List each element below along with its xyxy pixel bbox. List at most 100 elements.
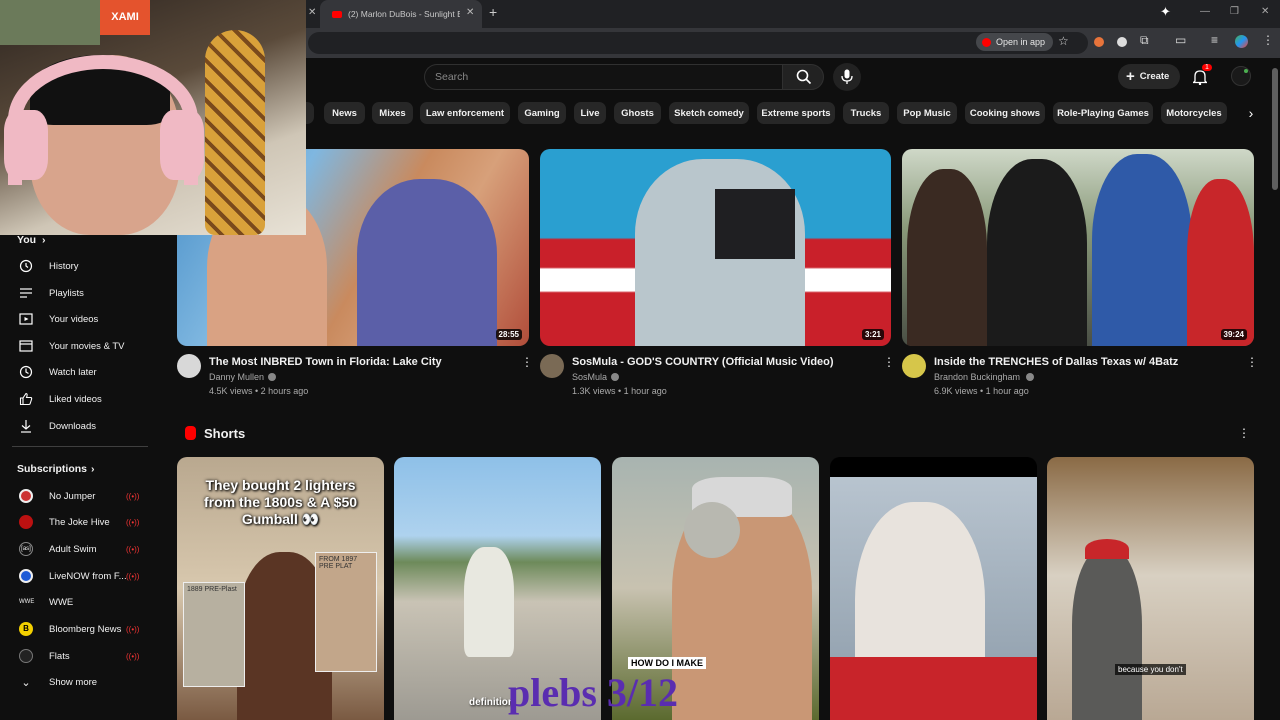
url-field[interactable] (308, 32, 1088, 54)
new-tab-icon[interactable]: + (489, 4, 497, 20)
sidebar-item-history[interactable]: History (0, 253, 160, 279)
sidebar-item-playlists[interactable]: Playlists (0, 280, 160, 306)
channel-name[interactable]: SosMula (572, 372, 607, 382)
video-thumbnail[interactable]: 39:24 (902, 149, 1254, 346)
create-button[interactable]: + Create (1118, 64, 1180, 89)
sidebar-item-liked-videos[interactable]: Liked videos (0, 386, 160, 412)
voice-search-button[interactable] (833, 63, 861, 91)
subscription-item[interactable]: LiveNOW from F... ((•)) (0, 563, 160, 589)
subscription-item[interactable]: [as] Adult Swim ((•)) (0, 536, 160, 562)
cast-icon[interactable]: ▭ (1175, 33, 1186, 47)
short-thumbnail[interactable]: because you don't (1047, 457, 1254, 720)
subscription-label: WWE (49, 596, 74, 608)
more-options-icon[interactable]: ⋮ (1246, 355, 1258, 369)
sidebar-item-downloads[interactable]: Downloads (0, 413, 160, 439)
extension-icon[interactable] (1117, 37, 1127, 47)
subscription-item[interactable]: Flats ((•)) (0, 643, 160, 669)
tab-title: (2) Marlon DuBois - Sunlight Bl (348, 9, 460, 19)
bookmark-star-icon[interactable]: ☆ (1058, 34, 1069, 48)
chip-label: Trucks (850, 107, 882, 119)
pixelated-object (715, 189, 795, 259)
chip-item[interactable]: Role-Playing Games (1053, 102, 1153, 124)
create-label: Create (1139, 71, 1170, 82)
shorts-logo-icon (185, 426, 196, 440)
chip-scroll-right-button[interactable]: › (1240, 102, 1262, 124)
short-thumbnail[interactable] (830, 457, 1037, 720)
puzzle-icon[interactable]: ⧉ (1140, 33, 1149, 48)
sidebar-subscriptions-header[interactable]: Subscriptions › (0, 456, 160, 482)
gemini-sparkle-icon[interactable]: ✦ (1160, 4, 1171, 20)
chip-item[interactable]: Law enforcement (420, 102, 510, 124)
status-dot-icon (1244, 69, 1248, 73)
short-thumbnail[interactable]: They bought 2 lighters from the 1800s & … (177, 457, 384, 720)
search-box[interactable]: Search (424, 64, 782, 90)
wall-poster (0, 0, 100, 45)
thumbnail-person (1092, 154, 1192, 346)
restore-icon[interactable]: ❐ (1230, 6, 1239, 17)
chip-item[interactable]: Motorcycles (1161, 102, 1227, 124)
channel-avatar[interactable] (902, 354, 926, 378)
subscription-item[interactable]: WWE WWE (0, 589, 160, 615)
thumbnail-person (1072, 547, 1142, 720)
video-title[interactable]: SosMula - GOD'S COUNTRY (Official Music … (572, 356, 834, 368)
video-stats: 1.3K views • 1 hour ago (572, 386, 667, 396)
verified-icon (611, 373, 619, 381)
chip-item[interactable]: Cooking shows (965, 102, 1045, 124)
search-icon (796, 69, 812, 85)
chip-item[interactable]: Sketch comedy (669, 102, 749, 124)
close-window-icon[interactable]: ✕ (1261, 6, 1269, 17)
channel-avatar: [as] (19, 542, 33, 556)
sidebar-item-label: Downloads (49, 420, 96, 432)
wall-poster: XAMI (100, 0, 150, 35)
live-icon: ((•)) (126, 491, 140, 501)
sidebar-item-your-videos[interactable]: Your videos (0, 306, 160, 332)
chip-item[interactable]: Ghosts (614, 102, 661, 124)
video-thumbnail[interactable]: 3:21 (540, 149, 891, 346)
chip-item[interactable]: Mixes (372, 102, 413, 124)
chip-label: Extreme sports (761, 107, 831, 119)
video-title[interactable]: Inside the TRENCHES of Dallas Texas w/ 4… (934, 356, 1178, 368)
specimen-bag: 1889 PRE-Plast (183, 582, 245, 687)
page-scrollbar[interactable] (1272, 68, 1278, 190)
subscription-item[interactable]: B Bloomberg News ((•)) (0, 616, 160, 642)
chip-item[interactable]: Pop Music (897, 102, 957, 124)
sidebar-item-watch-later[interactable]: Watch later (0, 359, 160, 385)
channel-avatar[interactable] (540, 354, 564, 378)
sidebar-item-label: Playlists (49, 287, 84, 299)
notifications-button[interactable]: 1 (1192, 64, 1212, 87)
more-options-icon[interactable]: ⋮ (883, 355, 895, 369)
extension-icon[interactable] (1094, 37, 1104, 47)
profile-avatar[interactable] (1235, 35, 1248, 48)
subscription-item[interactable]: No Jumper ((•)) (0, 483, 160, 509)
sidebar-item-movies[interactable]: Your movies & TV (0, 333, 160, 359)
thumbs-up-icon (19, 392, 33, 406)
subscription-item[interactable]: The Joke Hive ((•)) (0, 509, 160, 535)
chip-item[interactable]: Gaming (518, 102, 566, 124)
open-in-app-button[interactable]: Open in app (976, 33, 1054, 51)
close-tab-icon[interactable]: ✕ (308, 7, 316, 18)
chip-item[interactable]: Live (574, 102, 606, 124)
more-options-icon[interactable]: ⋮ (521, 355, 533, 369)
browser-menu-icon[interactable]: ⋮ (1262, 33, 1274, 47)
channel-name[interactable]: Danny Mullen (209, 372, 264, 382)
sidebar-item-label: Watch later (49, 366, 97, 378)
show-more-button[interactable]: ⌄ Show more (0, 669, 160, 695)
chip-item[interactable]: Trucks (843, 102, 889, 124)
chip-label: Motorcycles (1166, 107, 1222, 119)
chip-item[interactable]: News (324, 102, 365, 124)
browser-tab[interactable]: (2) Marlon DuBois - Sunlight Bl (320, 0, 482, 28)
red-cap (1085, 539, 1129, 559)
channel-avatar[interactable] (177, 354, 201, 378)
media-control-icon[interactable]: ≡ (1211, 33, 1218, 47)
close-tab-icon[interactable]: ✕ (466, 7, 474, 18)
account-avatar[interactable] (1231, 66, 1251, 86)
search-input[interactable]: Search (435, 71, 468, 83)
search-button[interactable] (782, 64, 824, 90)
channel-name[interactable]: Brandon Buckingham (934, 372, 1020, 382)
video-title[interactable]: The Most INBRED Town in Florida: Lake Ci… (209, 356, 442, 368)
stream-overlay-text: plebs 3/12 (508, 670, 679, 715)
verified-icon (268, 373, 276, 381)
more-options-icon[interactable]: ⋮ (1238, 426, 1250, 440)
chip-item[interactable]: Extreme sports (757, 102, 835, 124)
minimize-icon[interactable]: — (1200, 6, 1210, 17)
